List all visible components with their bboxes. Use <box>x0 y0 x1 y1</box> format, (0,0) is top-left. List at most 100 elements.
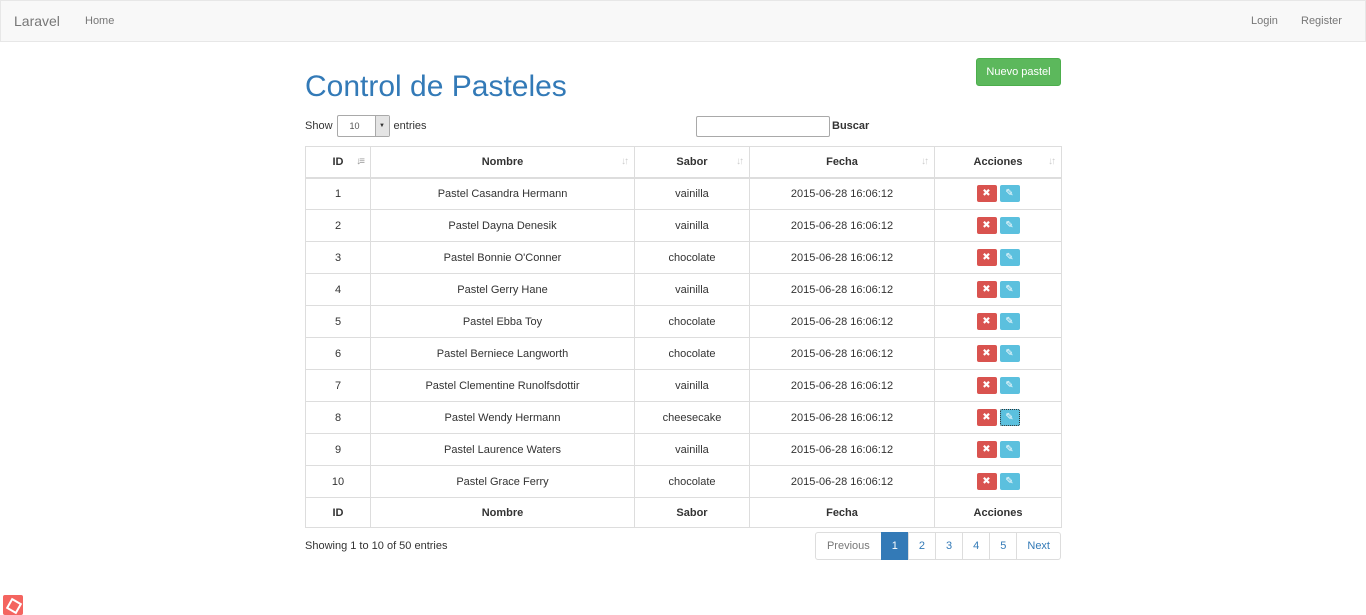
entries-select-value: 10 <box>349 121 360 131</box>
cell-fecha: 2015-06-28 16:06:12 <box>749 433 935 466</box>
debugbar-icon[interactable] <box>3 595 23 615</box>
table-row: 9 Pastel Laurence Waters vainilla 2015-06-2… <box>305 433 1062 466</box>
cell-fecha: 2015-06-28 16:06:12 <box>749 241 935 274</box>
delete-button[interactable]: ✖ <box>976 345 997 362</box>
sort-both-icon: ↓↑ <box>921 156 929 167</box>
column-header-id[interactable]: ID ↓≡ <box>305 146 371 179</box>
edit-button[interactable]: ✎ <box>999 377 1020 394</box>
cell-nombre: Pastel Grace Ferry <box>370 465 635 498</box>
table-header-row: ID ↓≡ Nombre ↓↑ Sabor ↓↑ Fecha ↓↑ Acciones ↓↑ <box>305 146 1062 179</box>
column-header-nombre[interactable]: Nombre ↓↑ <box>370 146 635 179</box>
table-info: Showing 1 to 10 of 50 entries <box>305 540 448 552</box>
pagination-previous[interactable]: Previous <box>814 532 882 560</box>
nav-home-link[interactable]: Home <box>85 15 114 27</box>
cell-id: 3 <box>305 241 371 274</box>
cell-acciones: ✖ ✎ <box>934 465 1062 498</box>
footer-acciones: Acciones <box>934 497 1062 528</box>
cell-id: 1 <box>305 177 371 210</box>
sort-both-icon: ↓↑ <box>1048 156 1056 167</box>
pagination-page-3[interactable]: 3 <box>935 532 964 560</box>
cell-nombre: Pastel Berniece Langworth <box>370 337 635 370</box>
cell-fecha: 2015-06-28 16:06:12 <box>749 177 935 210</box>
table-footer-row: ID Nombre Sabor Fecha Acciones <box>305 497 1062 528</box>
cell-nombre: Pastel Gerry Hane <box>370 273 635 306</box>
delete-button[interactable]: ✖ <box>976 249 997 266</box>
edit-button[interactable]: ✎ <box>999 345 1020 362</box>
pagination-page-4[interactable]: 4 <box>962 532 991 560</box>
cell-acciones: ✖ ✎ <box>934 369 1062 402</box>
cell-id: 7 <box>305 369 371 402</box>
edit-button[interactable]: ✎ <box>999 281 1020 298</box>
length-menu: Show 10 ▼ entries <box>305 115 427 137</box>
chevron-down-icon: ▼ <box>374 116 389 136</box>
cell-fecha: 2015-06-28 16:06:12 <box>749 337 935 370</box>
table-row: 8 Pastel Wendy Hermann cheesecake 2015-06-2… <box>305 401 1062 434</box>
cell-nombre: Pastel Dayna Denesik <box>370 209 635 242</box>
edit-button[interactable]: ✎ <box>999 313 1020 330</box>
cell-acciones: ✖ ✎ <box>934 401 1062 434</box>
pagination-page-1[interactable]: 1 <box>880 532 909 560</box>
cell-nombre: Pastel Wendy Hermann <box>370 401 635 434</box>
pagination: Previous 1 2 3 4 5 Next <box>814 532 1061 560</box>
edit-button[interactable]: ✎ <box>999 409 1020 426</box>
brand-link[interactable]: Laravel <box>14 13 60 29</box>
edit-button[interactable]: ✎ <box>999 185 1020 203</box>
cell-sabor: vainilla <box>634 177 750 210</box>
cell-sabor: cheesecake <box>634 401 750 434</box>
edit-button[interactable]: ✎ <box>999 249 1020 266</box>
search-filter: Buscar <box>696 115 869 137</box>
delete-button[interactable]: ✖ <box>976 409 997 426</box>
delete-button[interactable]: ✖ <box>976 217 997 234</box>
cell-id: 6 <box>305 337 371 370</box>
cell-nombre: Pastel Bonnie O'Conner <box>370 241 635 274</box>
cell-acciones: ✖ ✎ <box>934 433 1062 466</box>
sort-asc-icon: ↓≡ <box>356 156 365 167</box>
edit-button[interactable]: ✎ <box>999 441 1020 458</box>
pagination-page-2[interactable]: 2 <box>907 532 936 560</box>
cell-id: 10 <box>305 465 371 498</box>
nav-register-link[interactable]: Register <box>1301 15 1342 27</box>
delete-button[interactable]: ✖ <box>976 441 997 458</box>
delete-button[interactable]: ✖ <box>976 281 997 298</box>
column-header-sabor[interactable]: Sabor ↓↑ <box>634 146 750 179</box>
cell-sabor: chocolate <box>634 241 750 274</box>
footer-nombre: Nombre <box>370 497 635 528</box>
delete-button[interactable]: ✖ <box>976 185 997 203</box>
table-row: 3 Pastel Bonnie O'Conner chocolate 2015-06-… <box>305 241 1062 274</box>
table-row: 2 Pastel Dayna Denesik vainilla 2015-06-28 … <box>305 209 1062 242</box>
cell-id: 4 <box>305 273 371 306</box>
cell-id: 2 <box>305 209 371 242</box>
new-cake-button[interactable]: Nuevo pastel <box>976 58 1061 86</box>
pagination-page-5[interactable]: 5 <box>989 532 1018 560</box>
footer-id: ID <box>305 497 371 528</box>
cell-nombre: Pastel Casandra Hermann <box>370 177 635 210</box>
table-row: 10 Pastel Grace Ferry chocolate 2015-06-28 … <box>305 465 1062 498</box>
cell-acciones: ✖ ✎ <box>934 241 1062 274</box>
delete-button[interactable]: ✖ <box>976 377 997 394</box>
cell-sabor: vainilla <box>634 433 750 466</box>
cell-sabor: chocolate <box>634 465 750 498</box>
edit-button[interactable]: ✎ <box>999 217 1020 234</box>
cell-fecha: 2015-06-28 16:06:12 <box>749 209 935 242</box>
cell-nombre: Pastel Clementine Runolfsdottir <box>370 369 635 402</box>
sort-both-icon: ↓↑ <box>736 156 744 167</box>
pagination-next[interactable]: Next <box>1016 532 1061 560</box>
column-header-fecha[interactable]: Fecha ↓↑ <box>749 146 935 179</box>
nav-login-link[interactable]: Login <box>1251 15 1278 27</box>
delete-button[interactable]: ✖ <box>976 313 997 330</box>
cell-acciones: ✖ ✎ <box>934 305 1062 338</box>
page-title: Control de Pasteles <box>305 70 567 103</box>
cell-acciones: ✖ ✎ <box>934 177 1062 210</box>
column-header-acciones[interactable]: Acciones ↓↑ <box>934 146 1062 179</box>
entries-label: entries <box>393 120 427 132</box>
cell-sabor: vainilla <box>634 273 750 306</box>
entries-select[interactable]: 10 ▼ <box>336 115 390 137</box>
search-label: Buscar <box>832 120 870 132</box>
delete-button[interactable]: ✖ <box>976 473 997 490</box>
cell-sabor: chocolate <box>634 337 750 370</box>
footer-sabor: Sabor <box>634 497 750 528</box>
cell-sabor: vainilla <box>634 369 750 402</box>
cell-fecha: 2015-06-28 16:06:12 <box>749 273 935 306</box>
edit-button[interactable]: ✎ <box>999 473 1020 490</box>
search-input[interactable] <box>696 115 830 137</box>
